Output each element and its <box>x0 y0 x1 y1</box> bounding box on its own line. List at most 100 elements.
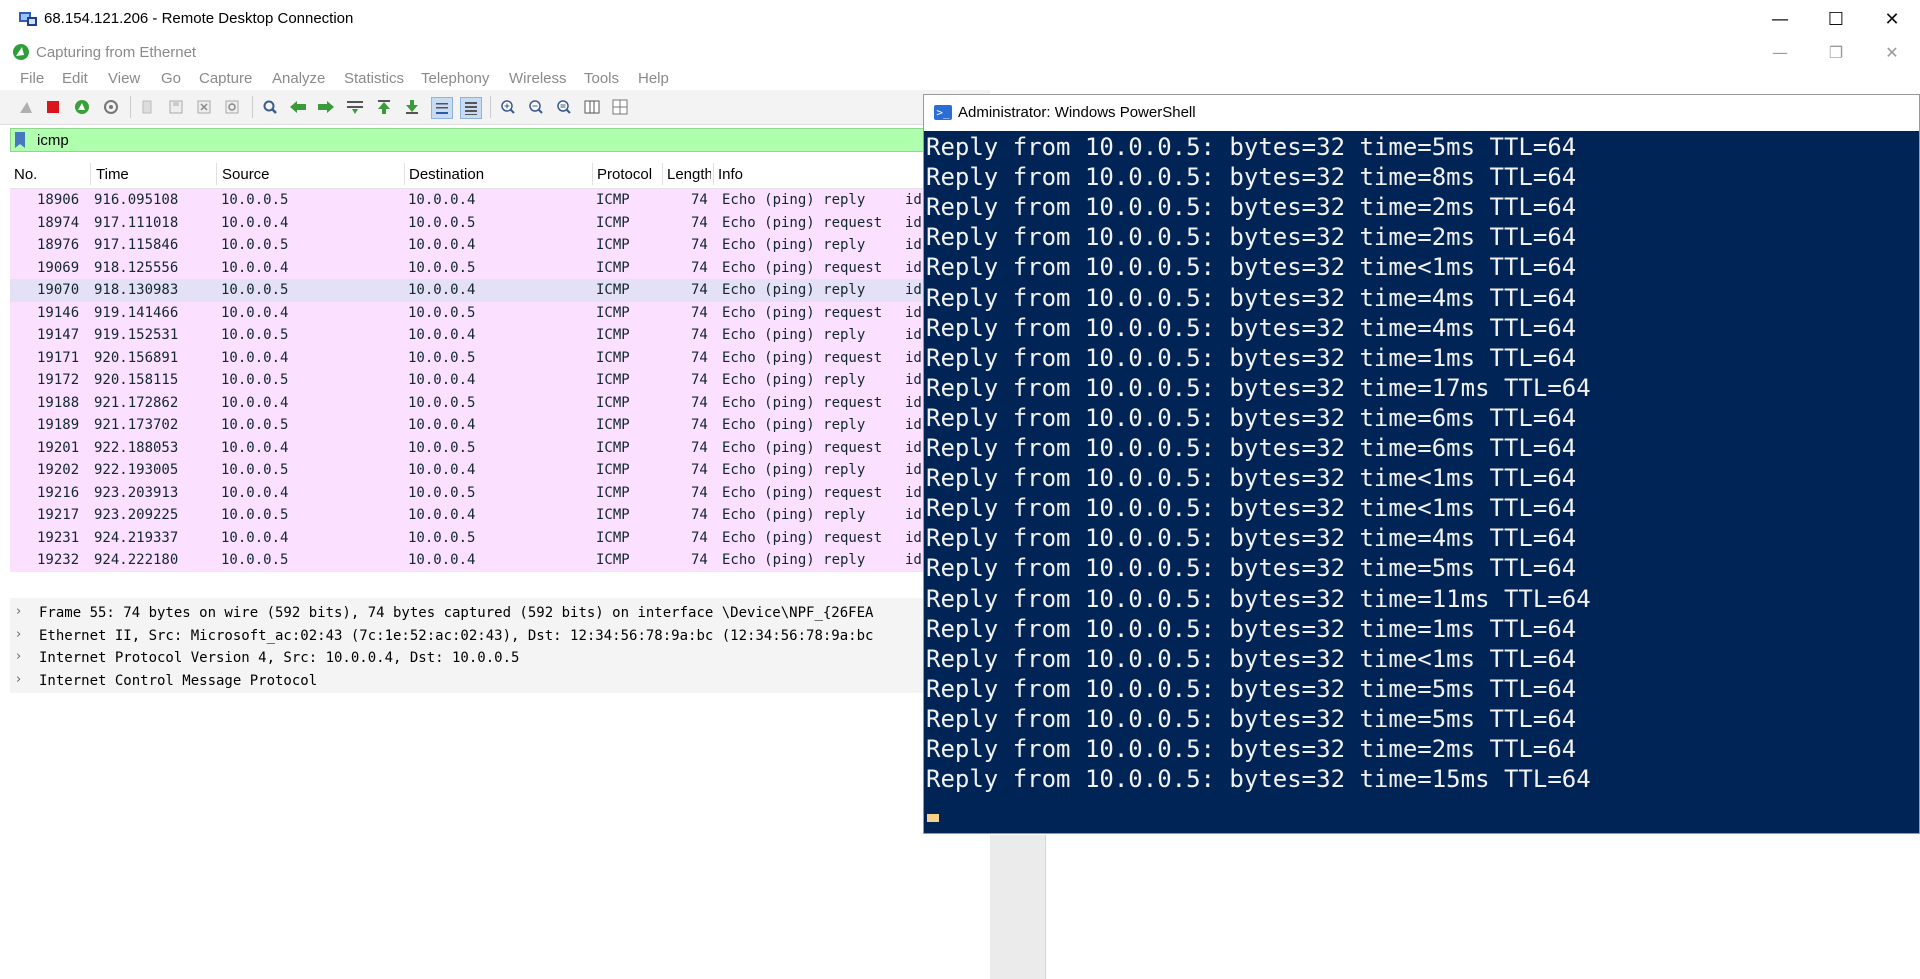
zoom-out-icon[interactable] <box>526 97 546 117</box>
menu-tools[interactable]: Tools <box>584 70 619 87</box>
packet-row[interactable]: 18976 917.115846 10.0.0.5 10.0.0.4 ICMP 74 Ech… <box>10 234 990 257</box>
autoscroll-icon[interactable] <box>431 97 453 119</box>
packet-row[interactable]: 19202 922.193005 10.0.0.5 10.0.0.4 ICMP 74 Ech… <box>10 459 990 482</box>
find-packet-icon[interactable] <box>260 97 280 117</box>
packet-protocol: ICMP <box>596 552 630 568</box>
go-forward-icon[interactable] <box>316 97 336 117</box>
wireshark-toolbar <box>0 90 990 125</box>
col-protocol[interactable]: Protocol <box>597 166 652 183</box>
packet-info: Echo (ping) reply <box>722 282 866 298</box>
packet-row[interactable]: 19147 919.152531 10.0.0.5 10.0.0.4 ICMP 74 Ech… <box>10 324 990 347</box>
rdp-close-button[interactable]: ✕ <box>1864 0 1920 38</box>
packet-row[interactable]: 19069 918.125556 10.0.0.4 10.0.0.5 ICMP 74 Ech… <box>10 256 990 279</box>
menu-go[interactable]: Go <box>161 70 181 87</box>
menu-edit[interactable]: Edit <box>62 70 88 87</box>
powershell-console[interactable]: Reply from 10.0.0.5: bytes=32 time=5ms T… <box>924 131 1919 833</box>
restart-capture-icon[interactable] <box>72 97 92 117</box>
rdp-minimize-button[interactable]: — <box>1752 0 1808 38</box>
zoom-in-icon[interactable] <box>498 97 518 117</box>
packet-source: 10.0.0.4 <box>221 349 289 366</box>
display-filter-bar[interactable] <box>10 128 990 152</box>
menu-telephony[interactable]: Telephony <box>421 70 489 87</box>
col-time[interactable]: Time <box>96 166 129 183</box>
col-length[interactable]: Length <box>667 166 711 183</box>
detail-ipv4[interactable]: › Internet Protocol Version 4, Src: 10.0… <box>10 647 990 670</box>
col-no[interactable]: No. <box>14 166 37 183</box>
packet-row[interactable]: 19201 922.188053 10.0.0.4 10.0.0.5 ICMP 74 Ech… <box>10 436 990 459</box>
packet-row[interactable]: 18974 917.111018 10.0.0.4 10.0.0.5 ICMP 74 Ech… <box>10 211 990 234</box>
resize-columns-icon[interactable] <box>582 97 602 117</box>
packet-info: Echo (ping) reply <box>722 552 866 568</box>
packet-row[interactable]: 19216 923.203913 10.0.0.4 10.0.0.5 ICMP 74 Ech… <box>10 481 990 504</box>
close-file-icon[interactable] <box>194 97 214 117</box>
menu-help[interactable]: Help <box>638 70 669 87</box>
ws-restore-button[interactable]: ❐ <box>1808 38 1864 66</box>
expand-chevron-icon[interactable]: › <box>16 649 21 664</box>
console-line: Reply from 10.0.0.5: bytes=32 time=8ms T… <box>926 163 1577 192</box>
packet-time: 922.193005 <box>94 462 179 478</box>
go-first-icon[interactable] <box>374 97 394 117</box>
packet-length: 74 <box>691 304 708 321</box>
col-destination[interactable]: Destination <box>409 166 484 183</box>
remote-desktop-icon <box>19 12 37 26</box>
ws-minimize-button[interactable]: — <box>1752 38 1808 66</box>
powershell-window[interactable]: >_ Administrator: Windows PowerShell Rep… <box>923 94 1920 834</box>
powershell-titlebar[interactable]: >_ Administrator: Windows PowerShell <box>924 95 1919 131</box>
layout-icon[interactable] <box>610 97 630 117</box>
packet-no: 19232 <box>37 552 80 568</box>
packet-protocol: ICMP <box>596 259 630 276</box>
col-info[interactable]: Info <box>718 166 743 183</box>
packet-source: 10.0.0.4 <box>221 259 289 276</box>
menu-wireless[interactable]: Wireless <box>509 70 567 87</box>
reload-file-icon[interactable] <box>222 97 242 117</box>
packet-row[interactable]: 19217 923.209225 10.0.0.5 10.0.0.4 ICMP 74 Ech… <box>10 504 990 527</box>
detail-ethernet[interactable]: › Ethernet II, Src: Microsoft_ac:02:43 (… <box>10 625 990 648</box>
capture-options-icon[interactable] <box>101 97 121 117</box>
packet-protocol: ICMP <box>596 484 630 501</box>
packet-no: 19216 <box>37 484 80 501</box>
console-line: Reply from 10.0.0.5: bytes=32 time=6ms T… <box>926 403 1577 432</box>
packet-row[interactable]: 19146 919.141466 10.0.0.4 10.0.0.5 ICMP 74 Ech… <box>10 301 990 324</box>
colorize-icon[interactable] <box>460 97 482 119</box>
packet-source: 10.0.0.5 <box>221 282 289 298</box>
save-file-icon[interactable] <box>166 97 186 117</box>
packet-info-extra: id <box>905 417 922 433</box>
expand-chevron-icon[interactable]: › <box>16 627 21 642</box>
menu-view[interactable]: View <box>108 70 140 87</box>
rdp-maximize-button[interactable]: ☐ <box>1808 0 1864 38</box>
expand-chevron-icon[interactable]: › <box>16 604 21 619</box>
zoom-normal-icon[interactable] <box>554 97 574 117</box>
open-file-icon[interactable] <box>138 97 158 117</box>
go-back-icon[interactable] <box>288 97 308 117</box>
packet-row[interactable]: 19189 921.173702 10.0.0.5 10.0.0.4 ICMP 74 Ech… <box>10 414 990 437</box>
powershell-icon: >_ <box>934 105 952 120</box>
bookmark-icon[interactable] <box>15 132 25 148</box>
display-filter-input[interactable] <box>37 130 937 150</box>
go-to-packet-icon[interactable] <box>345 97 365 117</box>
packet-row[interactable]: 19171 920.156891 10.0.0.4 10.0.0.5 ICMP 74 Ech… <box>10 346 990 369</box>
stop-capture-icon[interactable] <box>43 97 63 117</box>
console-line: Reply from 10.0.0.5: bytes=32 time=2ms T… <box>926 735 1577 763</box>
menu-file[interactable]: File <box>20 70 44 87</box>
packet-row[interactable]: 19172 920.158115 10.0.0.5 10.0.0.4 ICMP 74 Ech… <box>10 369 990 392</box>
packet-row[interactable]: 19232 924.222180 10.0.0.5 10.0.0.4 ICMP 74 Ech… <box>10 549 990 572</box>
packet-source: 10.0.0.4 <box>221 484 289 501</box>
packet-row[interactable]: 18906 916.095108 10.0.0.5 10.0.0.4 ICMP 74 Ech… <box>10 189 990 212</box>
go-last-icon[interactable] <box>402 97 422 117</box>
packet-row[interactable]: 19188 921.172862 10.0.0.4 10.0.0.5 ICMP 74 Ech… <box>10 391 990 414</box>
shark-fin-start-icon[interactable] <box>16 97 36 117</box>
packet-protocol: ICMP <box>596 372 630 388</box>
expand-chevron-icon[interactable]: › <box>16 672 21 687</box>
menu-statistics[interactable]: Statistics <box>344 70 404 87</box>
packet-row[interactable]: 19231 924.219337 10.0.0.4 10.0.0.5 ICMP 74 Ech… <box>10 526 990 549</box>
menu-analyze[interactable]: Analyze <box>272 70 325 87</box>
packet-row[interactable]: 19070 918.130983 10.0.0.5 10.0.0.4 ICMP 74 Ech… <box>10 279 990 302</box>
detail-icmp[interactable]: › Internet Control Message Protocol <box>10 670 990 693</box>
col-source[interactable]: Source <box>222 166 270 183</box>
ws-close-button[interactable]: ✕ <box>1864 38 1920 66</box>
powershell-title: Administrator: Windows PowerShell <box>958 104 1196 121</box>
packet-destination: 10.0.0.5 <box>408 259 476 276</box>
detail-frame[interactable]: › Frame 55: 74 bytes on wire (592 bits),… <box>10 602 990 625</box>
console-line: Reply from 10.0.0.5: bytes=32 time=6ms T… <box>926 434 1577 462</box>
menu-capture[interactable]: Capture <box>199 70 252 87</box>
